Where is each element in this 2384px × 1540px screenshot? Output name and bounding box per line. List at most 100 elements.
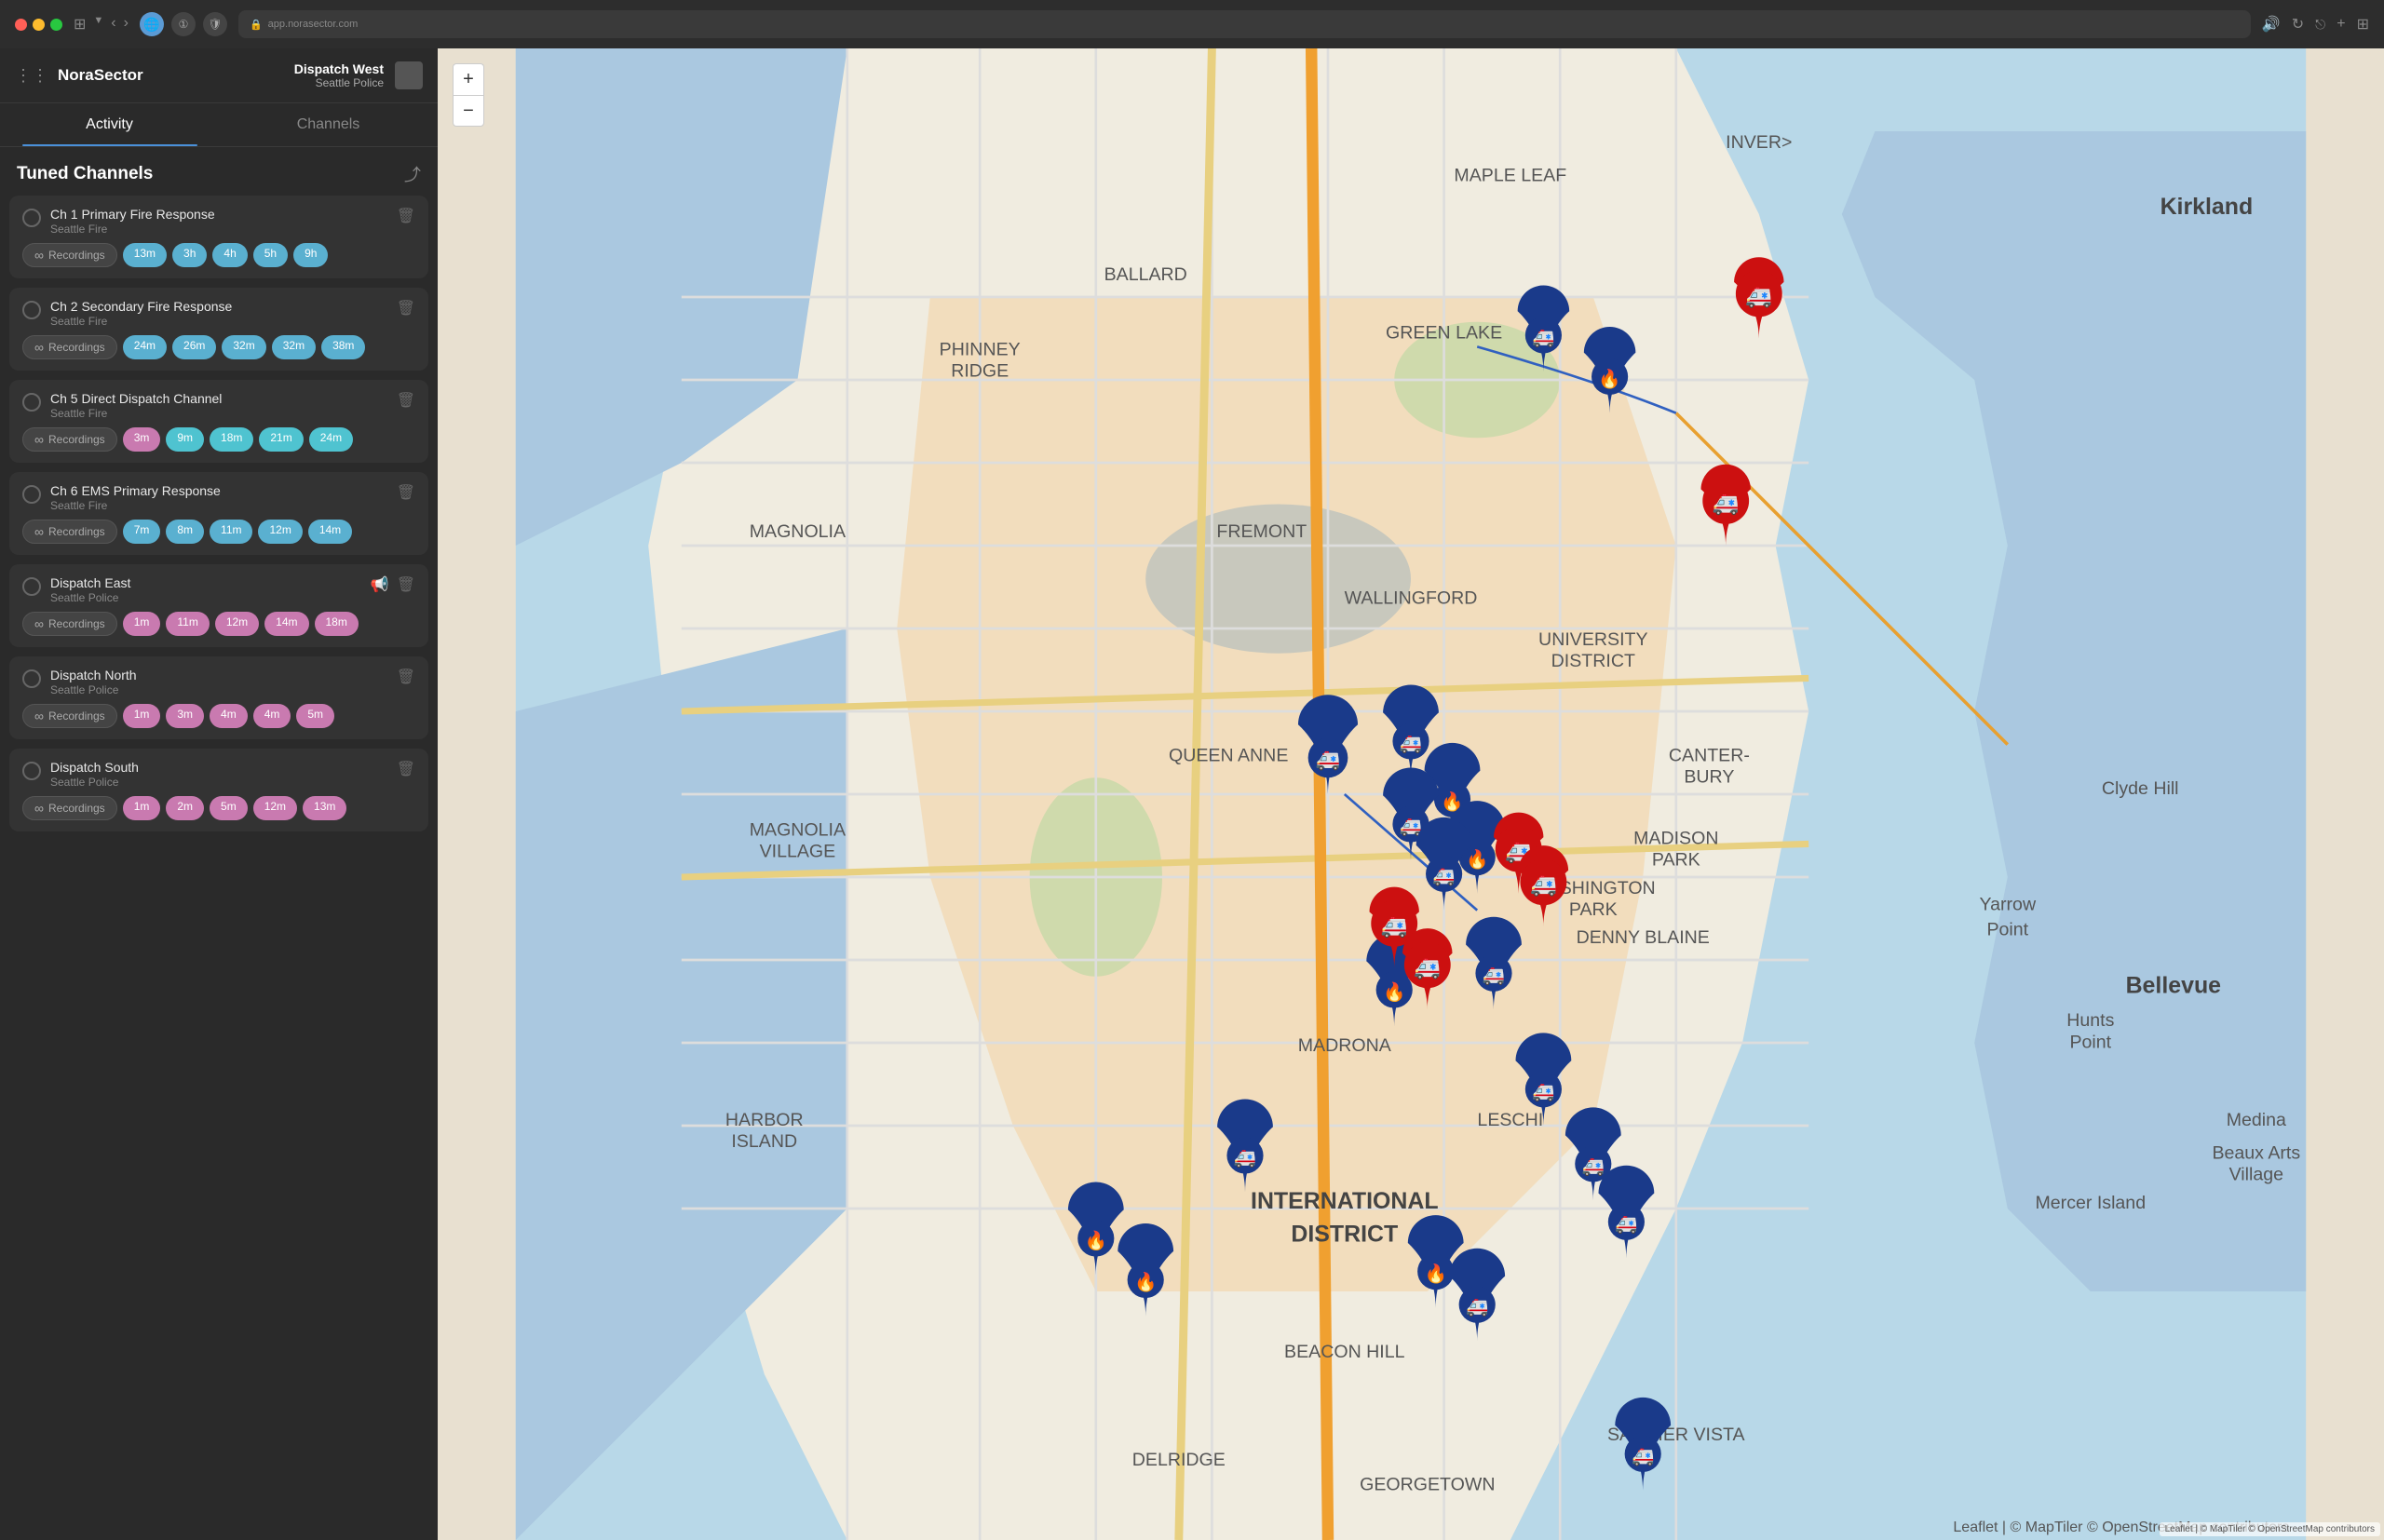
pill-14m[interactable]: 14m bbox=[308, 520, 352, 544]
pill-5m-6[interactable]: 5m bbox=[296, 704, 334, 728]
svg-text:DISTRICT: DISTRICT bbox=[1291, 1222, 1398, 1248]
share-icon[interactable]: ⎋ bbox=[2315, 17, 2325, 33]
refresh-icon[interactable]: ↻ bbox=[2292, 15, 2304, 34]
pill-recordings-2[interactable]: Recordings bbox=[22, 335, 117, 359]
extension-icon-2[interactable]: ① bbox=[171, 12, 196, 36]
pill-13m-7[interactable]: 13m bbox=[303, 796, 346, 820]
pill-11m-5[interactable]: 11m bbox=[166, 612, 209, 636]
delete-channel-7-icon[interactable]: 🗑 bbox=[397, 760, 415, 778]
svg-text:🚑: 🚑 bbox=[1532, 1082, 1554, 1102]
svg-text:Point: Point bbox=[2069, 1032, 2111, 1052]
svg-text:🚑: 🚑 bbox=[1432, 866, 1455, 886]
pill-24m-2[interactable]: 24m bbox=[309, 427, 353, 452]
tab-channels[interactable]: Channels bbox=[219, 103, 438, 146]
pill-3h[interactable]: 3h bbox=[172, 243, 207, 267]
channel-radio-6[interactable] bbox=[22, 669, 41, 688]
svg-text:🔥: 🔥 bbox=[1383, 981, 1405, 1003]
pill-recordings-3[interactable]: Recordings bbox=[22, 427, 117, 452]
back-icon[interactable]: ‹ bbox=[111, 15, 115, 34]
channel-radio-4[interactable] bbox=[22, 485, 41, 504]
channel-7-pills: Recordings 1m 2m 5m 12m 13m bbox=[22, 796, 415, 820]
channel-radio-5[interactable] bbox=[22, 577, 41, 596]
menu-dots-icon[interactable]: ⋮⋮ bbox=[15, 66, 48, 86]
delete-channel-5-icon[interactable]: 🗑 bbox=[397, 575, 415, 594]
pill-recordings-5[interactable]: Recordings bbox=[22, 612, 117, 636]
pill-13m[interactable]: 13m bbox=[123, 243, 167, 267]
pill-12m-7[interactable]: 12m bbox=[253, 796, 297, 820]
pill-14m-5[interactable]: 14m bbox=[264, 612, 308, 636]
channel-radio-2[interactable] bbox=[22, 301, 41, 319]
address-bar[interactable]: 🔒 app.norasector.com bbox=[238, 10, 2251, 38]
close-button[interactable] bbox=[15, 19, 27, 31]
pill-3m-6[interactable]: 3m bbox=[166, 704, 204, 728]
pill-18m-5[interactable]: 18m bbox=[315, 612, 359, 636]
forward-icon[interactable]: › bbox=[124, 15, 129, 34]
channel-radio-1[interactable] bbox=[22, 209, 41, 227]
chevron-down-icon[interactable]: ▼ bbox=[93, 15, 103, 34]
pill-21m[interactable]: 21m bbox=[259, 427, 303, 452]
pill-1m-5[interactable]: 1m bbox=[123, 612, 161, 636]
delete-channel-3-icon[interactable]: 🗑 bbox=[397, 391, 415, 410]
pill-8m[interactable]: 8m bbox=[166, 520, 204, 544]
pill-3m[interactable]: 3m bbox=[123, 427, 161, 452]
tab-activity[interactable]: Activity bbox=[0, 103, 219, 146]
volume-icon[interactable]: 🔊 bbox=[2262, 15, 2281, 34]
delete-channel-6-icon[interactable]: 🗑 bbox=[397, 668, 415, 686]
pill-7m[interactable]: 7m bbox=[123, 520, 161, 544]
share-channels-icon[interactable]: ⤴ bbox=[404, 162, 421, 186]
channel-item-2: Ch 2 Secondary Fire Response Seattle Fir… bbox=[9, 288, 428, 371]
tuned-channels-header: Tuned Channels ⤴ bbox=[0, 147, 438, 196]
pill-4m-6b[interactable]: 4m bbox=[253, 704, 291, 728]
channel-radio-7[interactable] bbox=[22, 762, 41, 780]
pill-1m-6[interactable]: 1m bbox=[123, 704, 161, 728]
dispatch-title: Dispatch West bbox=[294, 61, 384, 76]
maximize-button[interactable] bbox=[50, 19, 62, 31]
pill-32m-2[interactable]: 32m bbox=[272, 335, 316, 359]
app-container: ⋮⋮ NoraSector Dispatch West Seattle Poli… bbox=[0, 48, 2384, 1540]
pill-24m[interactable]: 24m bbox=[123, 335, 167, 359]
pill-12m-5[interactable]: 12m bbox=[215, 612, 259, 636]
pill-4m-6a[interactable]: 4m bbox=[210, 704, 248, 728]
header-right: Dispatch West Seattle Police bbox=[294, 61, 423, 89]
delete-channel-1-icon[interactable]: 🗑 bbox=[397, 207, 415, 225]
pill-1m-7[interactable]: 1m bbox=[123, 796, 161, 820]
pill-18m[interactable]: 18m bbox=[210, 427, 253, 452]
pill-12m[interactable]: 12m bbox=[258, 520, 302, 544]
extension-icon-1[interactable]: 🌐 bbox=[140, 12, 164, 36]
pill-recordings-7[interactable]: Recordings bbox=[22, 796, 117, 820]
pill-recordings-4[interactable]: Recordings bbox=[22, 520, 117, 544]
pill-2m-7[interactable]: 2m bbox=[166, 796, 204, 820]
pill-38m[interactable]: 38m bbox=[321, 335, 365, 359]
pill-32m-1[interactable]: 32m bbox=[222, 335, 265, 359]
channel-5-pills: Recordings 1m 11m 12m 14m 18m bbox=[22, 612, 415, 636]
pill-4h[interactable]: 4h bbox=[212, 243, 247, 267]
channel-item-3: Ch 5 Direct Dispatch Channel Seattle Fir… bbox=[9, 380, 428, 463]
map-area[interactable]: + − .water { fill: #aac8e0; } .land { fi… bbox=[438, 48, 2384, 1540]
pill-recordings-6[interactable]: Recordings bbox=[22, 704, 117, 728]
minimize-button[interactable] bbox=[33, 19, 45, 31]
pill-26m[interactable]: 26m bbox=[172, 335, 216, 359]
pill-9m[interactable]: 9m bbox=[166, 427, 204, 452]
svg-text:🚑: 🚑 bbox=[1381, 914, 1408, 939]
svg-text:INTERNATIONAL: INTERNATIONAL bbox=[1251, 1188, 1439, 1214]
channel-name-7: Dispatch South bbox=[50, 760, 139, 775]
delete-channel-4-icon[interactable]: 🗑 bbox=[397, 483, 415, 502]
svg-text:LESCHI: LESCHI bbox=[1477, 1110, 1543, 1130]
new-tab-icon[interactable]: + bbox=[2337, 16, 2345, 33]
channel-info-2: Ch 2 Secondary Fire Response Seattle Fir… bbox=[50, 299, 232, 328]
zoom-out-button[interactable]: − bbox=[453, 95, 484, 127]
channel-org-3: Seattle Fire bbox=[50, 407, 222, 420]
pill-5h[interactable]: 5h bbox=[253, 243, 288, 267]
channel-radio-3[interactable] bbox=[22, 393, 41, 412]
pill-5m-7[interactable]: 5m bbox=[210, 796, 248, 820]
sidebar-toggle-icon[interactable]: ⊞ bbox=[74, 15, 86, 34]
delete-channel-2-icon[interactable]: 🗑 bbox=[397, 299, 415, 317]
zoom-in-button[interactable]: + bbox=[453, 63, 484, 95]
pill-recordings-1[interactable]: Recordings bbox=[22, 243, 117, 267]
channel-item-1: Ch 1 Primary Fire Response Seattle Fire … bbox=[9, 196, 428, 278]
pill-9h[interactable]: 9h bbox=[293, 243, 328, 267]
pill-11m[interactable]: 11m bbox=[210, 520, 252, 544]
svg-text:🚑: 🚑 bbox=[1530, 872, 1557, 898]
extension-icon-3[interactable]: 🛡 bbox=[203, 12, 227, 36]
grid-icon[interactable]: ⊞ bbox=[2357, 15, 2369, 34]
